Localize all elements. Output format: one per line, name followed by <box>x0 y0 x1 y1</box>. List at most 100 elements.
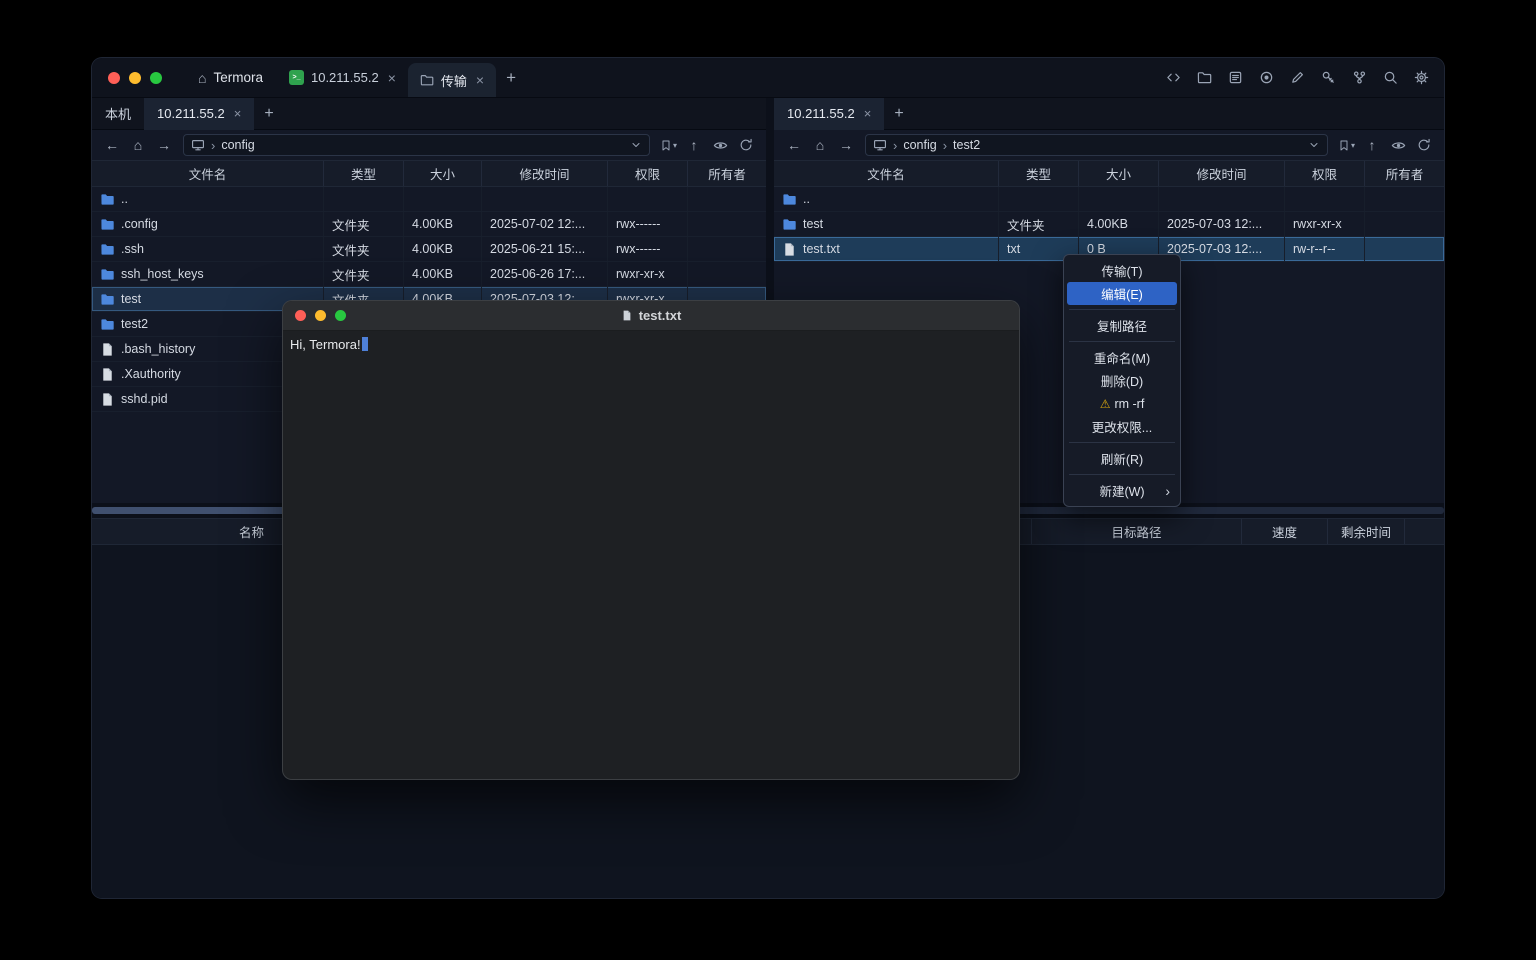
bookmark-icon <box>660 139 672 152</box>
editor-titlebar[interactable]: test.txt <box>283 301 1019 331</box>
close-window-button[interactable] <box>295 310 306 321</box>
tab-remote-left[interactable]: 10.211.55.2 × <box>144 98 254 130</box>
menu-item-transfer[interactable]: 传输(T) <box>1067 259 1177 282</box>
document-icon <box>621 309 633 322</box>
column-header[interactable]: 类型 <box>324 161 404 186</box>
back-button[interactable]: ← <box>782 134 806 156</box>
new-pane-tab-button[interactable]: + <box>254 105 283 123</box>
table-row[interactable]: ssh_host_keys 文件夹 4.00KB 2025-06-26 17:.… <box>92 262 766 287</box>
column-header[interactable]: 修改时间 <box>482 161 608 186</box>
home-button[interactable]: ⌂ <box>808 134 832 156</box>
table-row[interactable]: .. <box>92 187 766 212</box>
forward-button[interactable]: → <box>152 134 176 156</box>
menu-item-new[interactable]: 新建(W) › <box>1067 479 1177 502</box>
show-hidden-button[interactable] <box>708 134 732 156</box>
back-button[interactable]: ← <box>100 134 124 156</box>
column-header[interactable]: 速度 <box>1242 519 1328 544</box>
code-icon[interactable] <box>1164 69 1182 87</box>
file-owner <box>688 262 766 286</box>
edit-icon[interactable] <box>1288 69 1306 87</box>
editor-content[interactable]: Hi, Termora! <box>283 331 1019 359</box>
column-header[interactable]: 权限 <box>1285 161 1365 186</box>
table-row[interactable]: .ssh 文件夹 4.00KB 2025-06-21 15:... rwx---… <box>92 237 766 262</box>
file-mtime: 2025-06-26 17:... <box>482 262 608 286</box>
path-segment[interactable]: config <box>221 138 254 152</box>
upload-button[interactable]: ↑ <box>1360 134 1384 156</box>
home-button[interactable]: ⌂ <box>126 134 150 156</box>
column-header[interactable]: 类型 <box>999 161 1079 186</box>
log-icon[interactable] <box>1226 69 1244 87</box>
app-home-tab[interactable]: ⌂ Termora <box>184 58 277 98</box>
close-window-button[interactable] <box>108 72 120 84</box>
file-type: 文件夹 <box>999 212 1079 236</box>
column-header[interactable]: 文件名 <box>774 161 999 186</box>
settings-icon[interactable] <box>1412 69 1430 87</box>
menu-item-copy-path[interactable]: 复制路径 <box>1067 314 1177 337</box>
tab-local[interactable]: 本机 <box>92 98 144 130</box>
new-tab-button[interactable]: + <box>496 58 526 98</box>
refresh-button[interactable] <box>734 134 758 156</box>
search-icon[interactable] <box>1381 69 1399 87</box>
chevron-down-icon[interactable] <box>1308 139 1320 151</box>
minimize-window-button[interactable] <box>315 310 326 321</box>
file-mtime <box>1159 187 1285 211</box>
column-header[interactable]: 所有者 <box>1365 161 1444 186</box>
tab-transfer[interactable]: 传输 × <box>408 63 496 97</box>
file-name: test2 <box>121 317 148 331</box>
close-tab-icon[interactable]: × <box>234 106 242 121</box>
column-header[interactable]: 修改时间 <box>1159 161 1285 186</box>
file-name: .ssh <box>121 242 144 256</box>
column-header[interactable]: 剩余时间 <box>1328 519 1405 544</box>
upload-button[interactable]: ↑ <box>682 134 706 156</box>
column-header[interactable]: 所有者 <box>688 161 766 186</box>
bookmark-button[interactable]: ▾ <box>1335 139 1358 152</box>
folder-icon[interactable] <box>1195 69 1213 87</box>
menu-separator <box>1069 309 1175 310</box>
close-tab-icon[interactable]: × <box>388 70 396 86</box>
file-name: test <box>121 292 141 306</box>
tab-remote-right[interactable]: 10.211.55.2 × <box>774 98 884 130</box>
table-row[interactable]: test 文件夹 4.00KB 2025-07-03 12:... rwxr-x… <box>774 212 1444 237</box>
column-header[interactable]: 权限 <box>608 161 688 186</box>
folder-icon <box>100 242 115 257</box>
tab-ssh-session[interactable]: >_ 10.211.55.2 × <box>277 58 408 98</box>
file-perm: rwxr-xr-x <box>1285 212 1365 236</box>
record-icon[interactable] <box>1257 69 1275 87</box>
column-header[interactable]: 文件名 <box>92 161 324 186</box>
menu-item-label: rm -rf <box>1114 397 1144 411</box>
bookmark-button[interactable]: ▾ <box>657 139 680 152</box>
table-row[interactable]: .config 文件夹 4.00KB 2025-07-02 12:... rwx… <box>92 212 766 237</box>
close-tab-icon[interactable]: × <box>864 106 872 121</box>
file-perm <box>1285 187 1365 211</box>
path-segment[interactable]: config <box>903 138 936 152</box>
path-field[interactable]: › config <box>183 134 650 156</box>
zoom-window-button[interactable] <box>335 310 346 321</box>
path-field[interactable]: › config › test2 <box>865 134 1328 156</box>
column-header[interactable]: 大小 <box>1079 161 1159 186</box>
titlebar-actions <box>1164 69 1430 87</box>
menu-item-rm-rf[interactable]: ⚠ rm -rf <box>1067 392 1177 415</box>
menu-item-refresh[interactable]: 刷新(R) <box>1067 447 1177 470</box>
show-hidden-button[interactable] <box>1386 134 1410 156</box>
menu-item-delete[interactable]: 删除(D) <box>1067 369 1177 392</box>
minimize-window-button[interactable] <box>129 72 141 84</box>
path-separator: › <box>211 138 215 153</box>
zoom-window-button[interactable] <box>150 72 162 84</box>
menu-item-edit[interactable]: 编辑(E) <box>1067 282 1177 305</box>
folder-icon <box>782 192 797 207</box>
path-segment[interactable]: test2 <box>953 138 980 152</box>
refresh-button[interactable] <box>1412 134 1436 156</box>
column-header[interactable]: 目标路径 <box>1032 519 1242 544</box>
new-pane-tab-button[interactable]: + <box>884 105 913 123</box>
column-header[interactable]: 大小 <box>404 161 482 186</box>
branch-icon[interactable] <box>1350 69 1368 87</box>
titlebar[interactable]: ⌂ Termora >_ 10.211.55.2 × 传输 × + <box>92 58 1444 98</box>
close-tab-icon[interactable]: × <box>476 72 484 88</box>
chevron-down-icon[interactable] <box>630 139 642 151</box>
menu-item-change-permissions[interactable]: 更改权限... <box>1067 415 1177 438</box>
table-row[interactable]: .. <box>774 187 1444 212</box>
key-icon[interactable] <box>1319 69 1337 87</box>
file-mtime <box>482 187 608 211</box>
forward-button[interactable]: → <box>834 134 858 156</box>
menu-item-rename[interactable]: 重命名(M) <box>1067 346 1177 369</box>
